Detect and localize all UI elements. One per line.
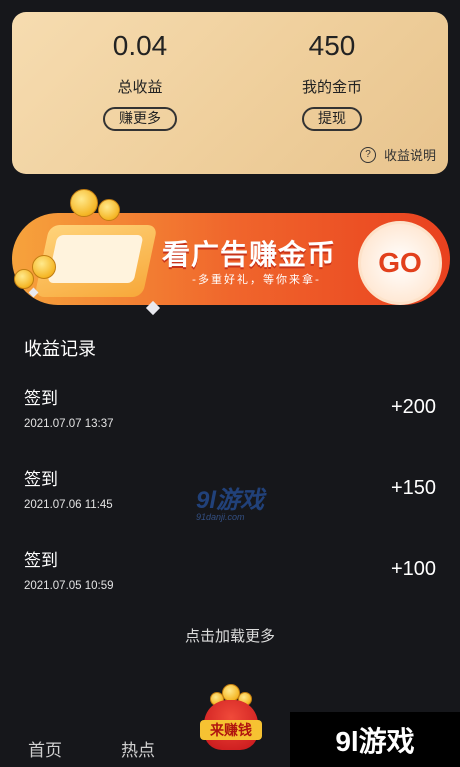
record-amount: +200 [390,396,436,418]
record-name: 签到 [24,389,58,409]
my-coins-value: 450 [308,30,356,61]
total-earnings-value: 0.04 [112,30,168,61]
corner-watermark-logo: 9l游戏 [335,725,415,757]
tab-earn-money[interactable]: 来赚钱 [200,682,262,754]
site-watermark: 9l游戏 91danji.com [196,480,264,522]
go-button[interactable]: GO [358,221,442,305]
my-coins-label: 我的金币 [301,78,362,96]
total-earnings-block: 0.04 总收益 赚更多 [60,30,220,131]
tab-hot[interactable]: 热点 [121,736,155,761]
record-time: 2021.07.06 11:45 [24,499,113,511]
watch-ads-banner[interactable]: 看广告赚金币 -多重好礼，等你来拿- GO [12,185,450,316]
record-amount: +150 [390,477,436,499]
coin-icon [98,199,120,221]
earnings-help-label: 收益说明 [383,149,436,164]
earnings-records-title: 收益记录 [24,339,96,360]
total-earnings-label: 总收益 [117,78,163,96]
record-row: 签到 2021.07.05 10:59 +100 [0,546,460,616]
record-row: 签到 2021.07.07 13:37 +200 [0,384,460,454]
banner-subtitle: -多重好礼，等你来拿- [192,273,321,286]
coin-icon [70,189,98,217]
tab-earn-money-label: 来赚钱 [200,720,262,740]
banner-title: 看广告赚金币 [162,238,337,271]
my-coins-block: 450 我的金币 提现 [252,30,412,131]
watermark-logo: 9l游戏 [196,487,265,514]
load-more-link[interactable]: 点击加载更多 [0,625,460,646]
coin-icon [14,269,34,289]
record-name: 签到 [24,470,58,490]
earn-more-button[interactable]: 赚更多 [103,107,177,131]
record-time: 2021.07.05 10:59 [24,580,114,592]
record-amount: +100 [390,558,436,580]
corner-watermark: 9l游戏 [290,712,460,767]
coin-icon [32,255,56,279]
earnings-card: 0.04 总收益 赚更多 450 我的金币 提现 ? 收益说明 [12,12,448,174]
tab-home[interactable]: 首页 [28,736,62,761]
record-time: 2021.07.07 13:37 [24,418,114,430]
withdraw-button[interactable]: 提现 [302,107,362,131]
record-name: 签到 [24,551,58,571]
question-circle-icon: ? [359,146,376,163]
earnings-help-link[interactable]: ? 收益说明 [359,145,436,164]
